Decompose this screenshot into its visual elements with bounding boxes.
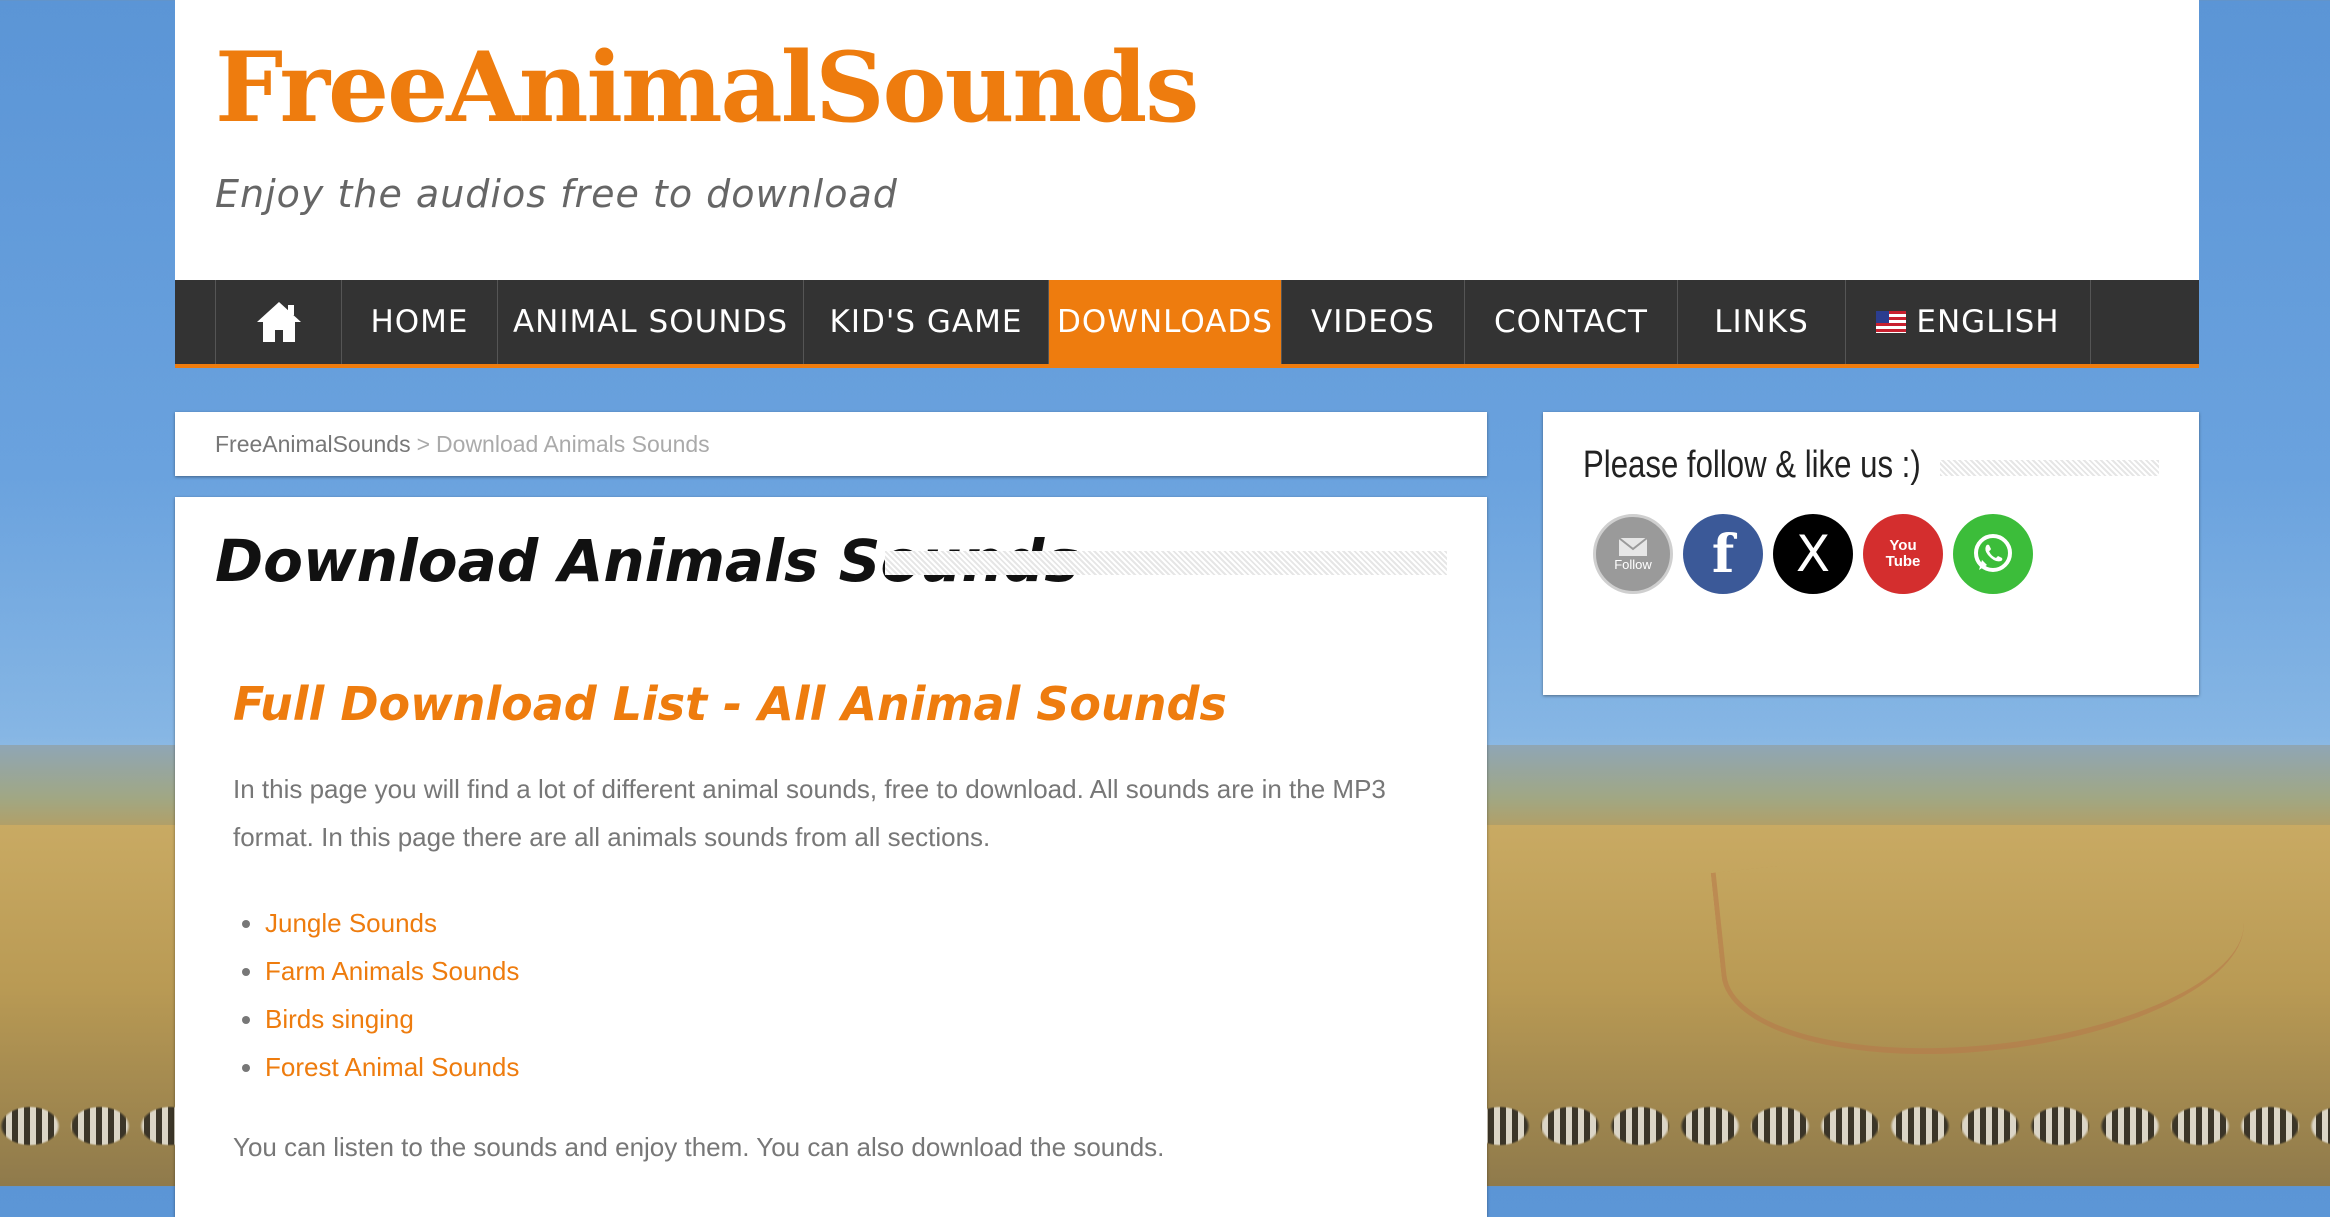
breadcrumb: FreeAnimalSounds > Download Animals Soun…	[175, 412, 1487, 476]
nav-kids-game[interactable]: KID'S GAME	[803, 280, 1048, 364]
download-links-list: Jungle Sounds Farm Animals Sounds Birds …	[233, 899, 519, 1091]
breadcrumb-separator: >	[416, 430, 431, 457]
breadcrumb-current: Download Animals Sounds	[436, 430, 710, 457]
social-buttons: Follow f X You Tube	[1593, 514, 2033, 594]
list-item: Farm Animals Sounds	[265, 947, 519, 995]
main-nav: HOME ANIMAL SOUNDS KID'S GAME DOWNLOADS …	[175, 280, 2199, 368]
link-jungle-sounds[interactable]: Jungle Sounds	[265, 908, 437, 938]
sidebar-follow-widget: Please follow & like us :) Follow f X Yo…	[1543, 412, 2199, 695]
youtube-icon[interactable]: You Tube	[1863, 514, 1943, 594]
x-icon[interactable]: X	[1773, 514, 1853, 594]
whatsapp-glyph	[1974, 534, 2012, 572]
link-farm-animals-sounds[interactable]: Farm Animals Sounds	[265, 956, 519, 986]
outro-paragraph: You can listen to the sounds and enjoy t…	[233, 1132, 1165, 1162]
nav-downloads[interactable]: DOWNLOADS	[1048, 280, 1281, 364]
list-item: Jungle Sounds	[265, 899, 519, 947]
whatsapp-icon[interactable]	[1953, 514, 2033, 594]
email-follow-icon[interactable]: Follow	[1593, 514, 1673, 594]
site-logo[interactable]: FreeAnimalSounds	[215, 40, 1199, 136]
sidebar-title-divider	[1940, 460, 2159, 476]
facebook-icon[interactable]: f	[1683, 514, 1763, 594]
nav-animal-sounds[interactable]: ANIMAL SOUNDS	[497, 280, 803, 364]
intro-paragraph: In this page you will find a lot of diff…	[233, 774, 1386, 852]
breadcrumb-home-link[interactable]: FreeAnimalSounds	[215, 431, 411, 458]
nav-videos[interactable]: VIDEOS	[1281, 280, 1464, 364]
list-item: Forest Animal Sounds	[265, 1043, 519, 1091]
site-tagline: Enjoy the audios free to download	[215, 172, 898, 216]
envelope-icon	[1618, 536, 1648, 556]
link-forest-animal-sounds[interactable]: Forest Animal Sounds	[265, 1052, 519, 1082]
nav-home-icon-button[interactable]	[215, 280, 341, 364]
nav-home[interactable]: HOME	[341, 280, 497, 364]
us-flag-icon	[1876, 311, 1907, 333]
sidebar-title: Please follow & like us :)	[1583, 444, 1921, 486]
section-heading: Full Download List - All Animal Sounds	[233, 677, 1227, 731]
site-header: FreeAnimalSounds Enjoy the audios free t…	[175, 0, 2199, 280]
home-icon	[256, 302, 301, 342]
nav-links[interactable]: LINKS	[1677, 280, 1845, 364]
main-content: Download Animals Sounds Full Download Li…	[175, 497, 1487, 1217]
link-birds-singing[interactable]: Birds singing	[265, 1004, 414, 1034]
title-divider	[885, 551, 1447, 575]
nav-contact[interactable]: CONTACT	[1464, 280, 1677, 364]
list-item: Birds singing	[265, 995, 519, 1043]
nav-language-english[interactable]: ENGLISH	[1845, 280, 2091, 364]
